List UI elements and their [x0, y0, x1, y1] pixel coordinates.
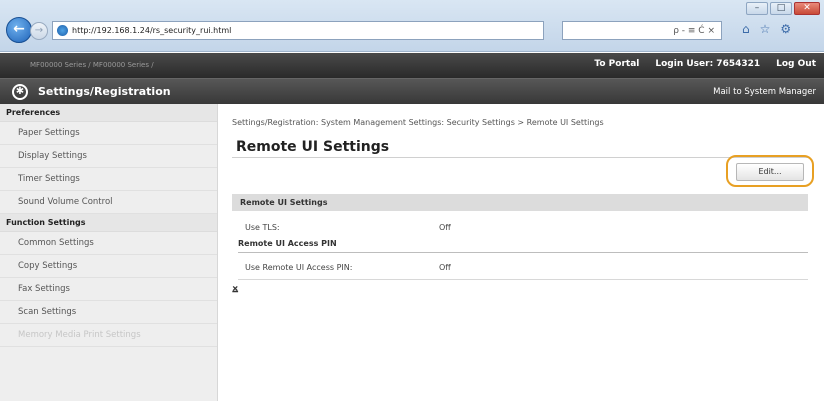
star-icon[interactable]: ☆	[760, 22, 771, 36]
page-favicon-icon	[57, 25, 68, 36]
sidebar-item-memory-media-print-settings[interactable]: Memory Media Print Settings	[0, 324, 217, 347]
edit-button[interactable]: Edit...	[736, 163, 804, 181]
back-button[interactable]: ←	[6, 17, 32, 43]
sidebar-item-sound-volume-control[interactable]: Sound Volume Control	[0, 191, 217, 214]
to-portal-link[interactable]: To Portal	[594, 59, 639, 69]
sidebar-item-timer-settings[interactable]: Timer Settings	[0, 168, 217, 191]
settings-icon[interactable]: ⚙	[780, 22, 791, 36]
subsection-header-access-pin: Remote UI Access PIN	[238, 239, 337, 248]
section-header-remote-ui-settings: Remote UI Settings	[232, 194, 808, 211]
logout-link[interactable]: Log Out	[776, 59, 816, 69]
setting-row-use-tls: Use TLS: Off	[232, 219, 808, 237]
sidebar-heading-preferences: Preferences	[0, 104, 217, 122]
address-tools[interactable]: ρ - ≡ Ć ×	[562, 21, 722, 40]
sidebar-item-paper-settings[interactable]: Paper Settings	[0, 122, 217, 145]
subsection-divider	[238, 252, 808, 253]
use-tls-label: Use TLS:	[245, 223, 280, 232]
forward-button[interactable]: →	[30, 22, 48, 40]
app-title: Settings/Registration	[38, 85, 171, 98]
device-model-text: MF00000 Series / MF00000 Series /	[30, 61, 154, 68]
window-controls: – □ ✕	[746, 2, 820, 15]
address-bar[interactable]: http://192.168.1.24/rs_security_rui.html	[52, 21, 544, 40]
sidebar-item-copy-settings[interactable]: Copy Settings	[0, 255, 217, 278]
use-tls-value: Off	[439, 223, 451, 232]
sidebar-item-common-settings[interactable]: Common Settings	[0, 232, 217, 255]
sidebar-item-fax-settings[interactable]: Fax Settings	[0, 278, 217, 301]
setting-row-use-pin: Use Remote UI Access PIN: Off	[232, 259, 808, 277]
close-window-button[interactable]: ✕	[794, 2, 820, 15]
title-divider	[232, 157, 808, 158]
url-text: http://192.168.1.24/rs_security_rui.html	[72, 26, 232, 35]
sidebar-item-scan-settings[interactable]: Scan Settings	[0, 301, 217, 324]
browser-toolbar: – □ ✕ ← → http://192.168.1.24/rs_securit…	[0, 0, 824, 52]
use-pin-label: Use Remote UI Access PIN:	[245, 263, 353, 272]
login-user-label: Login User: 7654321	[655, 59, 761, 69]
device-header: MF00000 Series / MF00000 Series / To Por…	[0, 53, 824, 78]
browser-icons: ⌂ ☆ ⚙	[742, 22, 791, 36]
page-header: ✱ Settings/Registration Mail to System M…	[0, 78, 824, 104]
minimize-button[interactable]: –	[746, 2, 768, 15]
home-icon[interactable]: ⌂	[742, 22, 750, 36]
breadcrumb: Settings/Registration: System Management…	[232, 118, 604, 127]
mail-to-system-manager-link[interactable]: Mail to System Manager	[713, 87, 816, 97]
sidebar: Preferences Paper Settings Display Setti…	[0, 104, 218, 401]
maximize-button[interactable]: □	[770, 2, 792, 15]
back-to-top-icon[interactable]: ⨱	[232, 281, 238, 295]
sidebar-heading-function-settings: Function Settings	[0, 214, 217, 232]
settings-gear-icon: ✱	[12, 84, 28, 100]
edit-button-highlight: Edit...	[726, 155, 814, 187]
main-content: Settings/Registration: System Management…	[218, 104, 824, 401]
page-title: Remote UI Settings	[236, 139, 390, 155]
row-divider	[238, 279, 808, 280]
sidebar-item-display-settings[interactable]: Display Settings	[0, 145, 217, 168]
use-pin-value: Off	[439, 263, 451, 272]
